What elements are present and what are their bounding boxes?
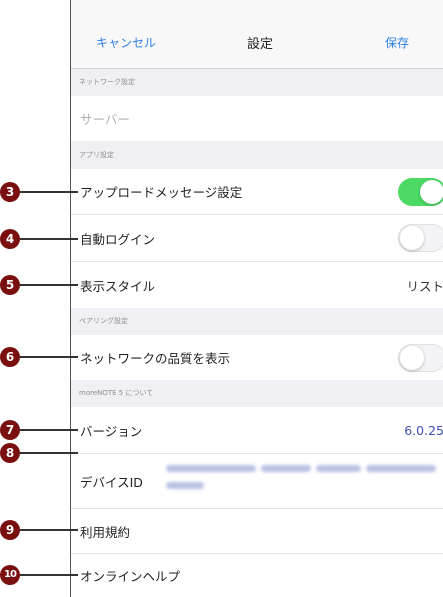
upload-message-toggle[interactable]: [398, 177, 443, 206]
auto-login-toggle[interactable]: [398, 224, 443, 252]
section-header-network: ネットワーク設定: [71, 69, 443, 96]
network-quality-label: ネットワークの品質を表示: [80, 351, 231, 366]
callout-badge: 3: [0, 182, 20, 202]
version-row: バージョン 6.0.25: [71, 407, 443, 454]
page-title: 設定: [247, 37, 274, 52]
cancel-button[interactable]: キャンセル: [96, 34, 156, 51]
display-style-value: リスト: [406, 278, 443, 294]
section-header-pairing: ペアリング設定: [71, 308, 443, 335]
callout-badge: 6: [0, 347, 20, 367]
callout-badge: 9: [0, 520, 20, 540]
callout-10: 10: [0, 565, 80, 585]
callout-leader-line: [20, 284, 78, 286]
terms-row[interactable]: 利用規約: [71, 509, 443, 554]
callout-badge: 7: [0, 420, 20, 440]
settings-panel: キャンセル 設定 保存 ネットワーク設定 サーバー アプリ設定 アップロードメッ…: [70, 0, 443, 597]
save-button[interactable]: 保存: [385, 34, 409, 51]
callout-leader-line: [20, 574, 78, 576]
callout-leader-line: [20, 191, 78, 193]
device-id-row: デバイスID: [71, 454, 443, 509]
callout-badge: 5: [0, 275, 20, 295]
upload-message-label: アップロードメッセージ設定: [80, 185, 243, 200]
device-id-label: デバイスID: [80, 474, 143, 490]
server-field[interactable]: サーバー: [80, 109, 130, 128]
section-header-app: アプリ設定: [71, 141, 443, 169]
callout-5: 5: [0, 275, 80, 295]
toggle-knob: [400, 226, 424, 250]
callout-6: 6: [0, 347, 80, 367]
callout-4: 4: [0, 229, 80, 249]
online-help-row[interactable]: オンラインヘルプ: [71, 554, 443, 597]
callout-leader-line: [20, 529, 78, 531]
callout-8: 8: [0, 443, 80, 463]
callout-badge: 10: [0, 565, 20, 585]
server-row[interactable]: サーバー: [71, 96, 443, 141]
version-label: バージョン: [80, 423, 143, 439]
callout-leader-line: [20, 356, 78, 358]
callout-badge: 4: [0, 229, 20, 249]
terms-label: 利用規約: [80, 524, 131, 540]
display-style-label: 表示スタイル: [80, 278, 156, 294]
network-quality-row: ネットワークの品質を表示: [71, 335, 443, 380]
auto-login-row: 自動ログイン: [71, 215, 443, 262]
navigation-bar: キャンセル 設定 保存: [71, 0, 443, 69]
toggle-knob: [400, 345, 424, 370]
callout-9: 9: [0, 520, 80, 540]
display-style-row[interactable]: 表示スタイル リスト: [71, 262, 443, 308]
toggle-knob: [420, 179, 443, 204]
network-quality-toggle[interactable]: [398, 343, 443, 372]
online-help-label: オンラインヘルプ: [80, 569, 181, 584]
auto-login-label: 自動ログイン: [80, 231, 156, 247]
section-header-about: moreNOTE 5 について: [71, 380, 443, 407]
callout-7: 7: [0, 420, 80, 440]
callout-leader-line: [20, 452, 78, 454]
callout-leader-line: [20, 429, 78, 431]
callout-leader-line: [20, 238, 78, 240]
callout-badge: 8: [0, 443, 20, 463]
upload-message-row: アップロードメッセージ設定: [71, 169, 443, 215]
version-value: 6.0.25: [404, 422, 443, 438]
callout-3: 3: [0, 182, 80, 202]
